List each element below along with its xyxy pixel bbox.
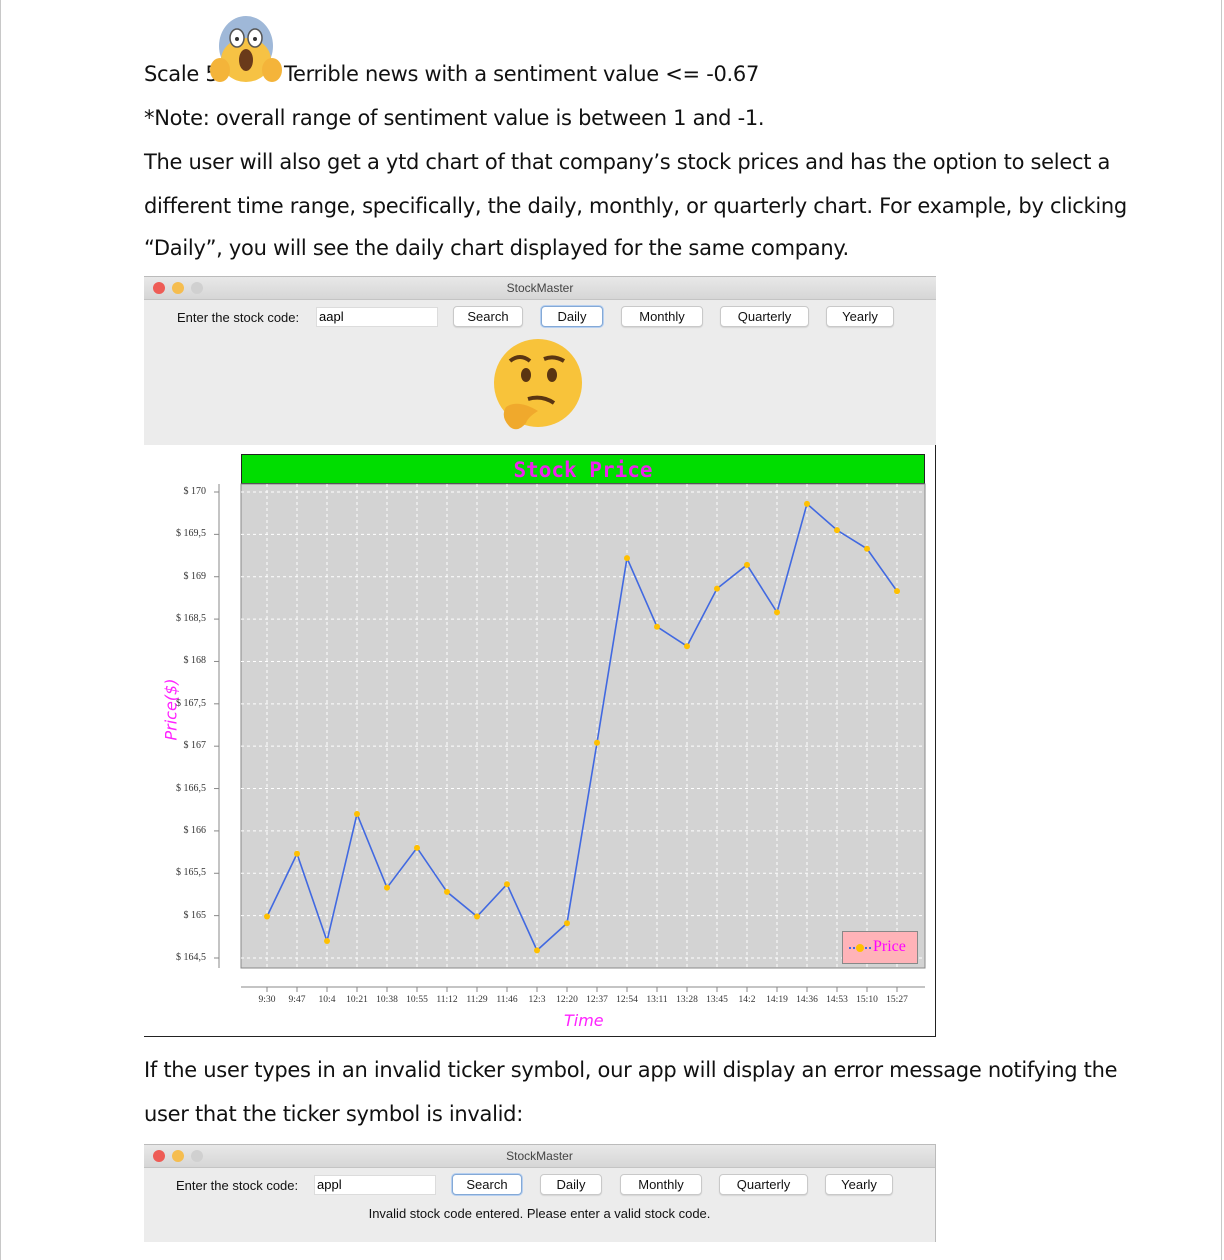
price-data-point [564, 920, 570, 927]
quarterly-button[interactable]: Quarterly [719, 1174, 808, 1195]
price-data-point [414, 844, 420, 851]
maximize-window-button[interactable] [191, 1150, 203, 1162]
close-window-button[interactable] [153, 1150, 165, 1162]
daily-button[interactable]: Daily [540, 1174, 602, 1195]
stock-code-input[interactable]: appl [314, 1175, 436, 1195]
stockmaster-error-window: StockMaster Enter the stock code: appl S… [144, 1144, 936, 1242]
legend-marker-icon [849, 944, 871, 952]
price-data-point [654, 623, 660, 630]
price-data-point [534, 947, 540, 954]
price-data-point [504, 881, 510, 888]
yearly-button[interactable]: Yearly [825, 1174, 893, 1195]
price-data-point [744, 561, 750, 568]
price-data-point [474, 913, 480, 920]
search-button[interactable]: Search [452, 1174, 522, 1195]
price-data-point [354, 810, 360, 817]
price-data-point [264, 913, 270, 920]
price-data-point [774, 609, 780, 616]
error-message: Invalid stock code entered. Please enter… [368, 1206, 711, 1221]
minimize-window-button[interactable] [172, 1150, 184, 1162]
price-data-point [624, 555, 630, 562]
price-data-point [324, 938, 330, 945]
window-title: StockMaster [506, 1149, 573, 1163]
price-data-point [714, 585, 720, 592]
stock-code-label: Enter the stock code: [176, 1178, 299, 1193]
price-data-point [444, 888, 450, 895]
price-data-point [864, 545, 870, 552]
legend-label: Price [873, 938, 906, 955]
plot-area [240, 483, 926, 969]
window-title-bar: StockMaster [144, 1145, 935, 1168]
price-data-point [384, 884, 390, 891]
monthly-button[interactable]: Monthly [620, 1174, 702, 1195]
paragraph-line: If the user types in an invalid ticker s… [144, 1058, 1118, 1082]
price-data-point [834, 527, 840, 534]
price-data-point [894, 588, 900, 595]
paragraph-line: user that the ticker symbol is invalid: [144, 1102, 523, 1126]
chart-legend: Price [842, 931, 918, 964]
price-data-point [594, 739, 600, 746]
price-data-point [294, 850, 300, 857]
price-data-point [804, 500, 810, 507]
price-data-point [684, 643, 690, 650]
